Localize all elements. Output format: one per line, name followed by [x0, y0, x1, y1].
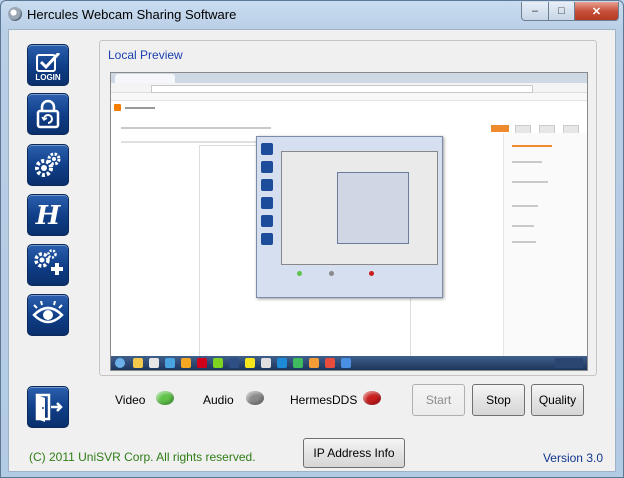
preview-taskbar-icon: [197, 358, 207, 368]
svg-text:H: H: [35, 201, 62, 230]
preview-side-line: [512, 225, 534, 227]
preview-blogger-text: [125, 107, 155, 109]
close-button[interactable]: ✕: [575, 2, 619, 21]
preview-post-title: [121, 127, 271, 129]
window-controls: – □ ✕: [521, 2, 619, 21]
lock-refresh-icon: [36, 99, 60, 129]
start-button[interactable]: Start: [412, 384, 465, 416]
preview-taskbar: [111, 356, 587, 370]
preview-nested-sidebar: [261, 143, 275, 283]
preview-browser-tabbar: [111, 73, 587, 83]
preview-side-line: [512, 161, 542, 163]
sidebar-item-settings[interactable]: [27, 144, 69, 186]
preview-bookmarks-bar: [111, 93, 587, 101]
sidebar-item-login[interactable]: LOGIN: [27, 44, 69, 86]
video-preview: [110, 72, 588, 371]
preview-nested-video-led: [297, 271, 302, 276]
ip-address-info-button[interactable]: IP Address Info: [303, 438, 405, 468]
preview-taskbar-icon: [229, 358, 239, 368]
preview-taskbar-icon: [213, 358, 223, 368]
preview-browser-tab: [115, 74, 175, 83]
preview-nested-view: [281, 151, 438, 265]
preview-side-line: [512, 205, 538, 207]
title-bar[interactable]: Hercules Webcam Sharing Software – □ ✕: [1, 1, 624, 29]
preview-start-icon: [115, 358, 125, 368]
preview-nested-audio-led: [329, 271, 334, 276]
hercules-h-icon: H: [35, 201, 62, 230]
stop-button[interactable]: Stop: [472, 384, 525, 416]
preview-publish-button: [491, 125, 509, 132]
audio-status-led: [246, 391, 264, 405]
preview-side-line: [512, 241, 536, 243]
preview-taskbar-icon: [149, 358, 159, 368]
preview-taskbar-icon: [309, 358, 319, 368]
audio-status-label: Audio: [203, 393, 234, 407]
copyright-text: (C) 2011 UniSVR Corp. All rights reserve…: [29, 450, 256, 464]
sidebar-item-exit[interactable]: [27, 386, 69, 428]
preview-side-line: [512, 181, 548, 183]
preview-nested-window: [337, 172, 409, 244]
preview-blogger-logo: [114, 104, 121, 111]
version-text: Version 3.0: [542, 451, 603, 465]
sidebar-item-hercules[interactable]: H: [27, 194, 69, 236]
local-preview-group: Local Preview: [99, 40, 597, 376]
minimize-icon: –: [531, 5, 539, 17]
video-status-led: [156, 391, 174, 405]
client-area: LOGIN H Local Preview Video Audio Hermes…: [8, 29, 616, 472]
preview-taskbar-icon: [245, 358, 255, 368]
preview-nested-hermes-led: [369, 271, 374, 276]
sidebar-item-add-settings[interactable]: [27, 244, 69, 286]
preview-side-line: [512, 145, 552, 147]
preview-settings-panel: [503, 133, 587, 363]
preview-taskbar-icon: [341, 358, 351, 368]
preview-nested-app-window: [256, 136, 443, 298]
sidebar-item-refresh[interactable]: [27, 93, 69, 135]
sidebar-item-login-label: LOGIN: [35, 73, 61, 82]
hermes-status-led: [363, 391, 381, 405]
sidebar-item-view[interactable]: [27, 294, 69, 336]
preview-taskbar-icon: [165, 358, 175, 368]
preview-taskbar-icon: [133, 358, 143, 368]
eye-icon: [32, 301, 64, 324]
preview-taskbar-clock: [555, 358, 583, 368]
local-preview-label: Local Preview: [108, 48, 183, 62]
gears-icon: [35, 152, 61, 177]
hermes-status-label: HermesDDS: [290, 393, 358, 407]
preview-taskbar-icon: [293, 358, 303, 368]
preview-taskbar-icon: [277, 358, 287, 368]
maximize-button[interactable]: □: [549, 2, 575, 21]
app-webcam-icon: [8, 7, 22, 21]
quality-button[interactable]: Quality: [531, 384, 584, 416]
maximize-icon: □: [558, 5, 565, 17]
preview-taskbar-icon: [261, 358, 271, 368]
preview-taskbar-icon: [325, 358, 335, 368]
gears-plus-icon: [34, 249, 63, 275]
window-title: Hercules Webcam Sharing Software: [27, 7, 237, 22]
preview-taskbar-icon: [181, 358, 191, 368]
video-status-label: Video: [115, 393, 146, 407]
exit-door-icon: [35, 393, 63, 422]
close-icon: ✕: [591, 5, 602, 18]
minimize-button[interactable]: –: [521, 2, 549, 21]
preview-address-bar: [151, 85, 533, 93]
